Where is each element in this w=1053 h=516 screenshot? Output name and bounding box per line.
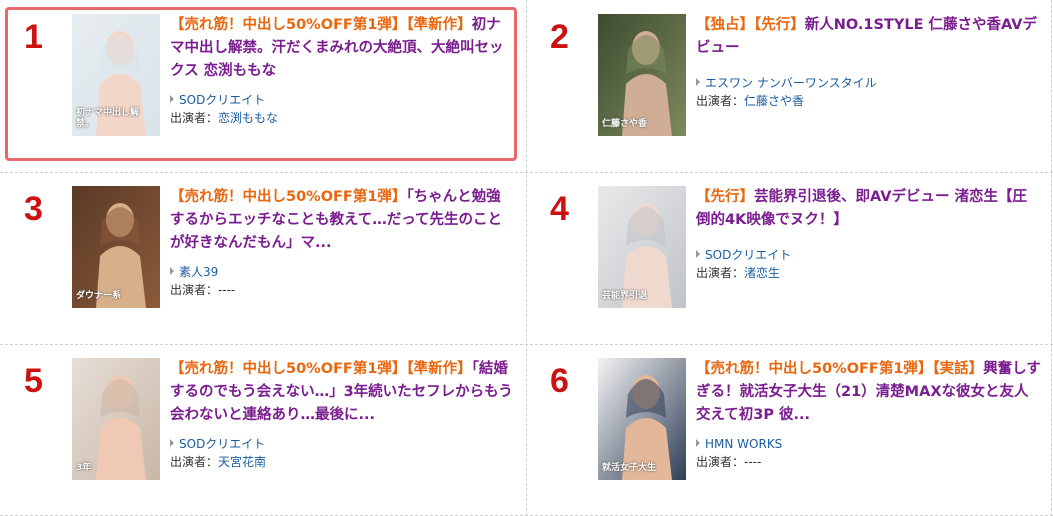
item-meta: エスワン ナンバーワンスタイル出演者：仁藤さや香 [696,74,1041,110]
rank-number: 6 [550,362,569,400]
ranking-item[interactable]: 2 仁藤さや香 【独占】【先行】新人NO.1STYLE 仁藤さや香AVデビュー エスワ… [526,0,1052,172]
ranking-item[interactable]: 5 3年 【売れ筋！中出し50%OFF第1弾】【準新作】「結婚するのでもう会えない…… [0,344,526,516]
item-title-link[interactable]: 【独占】【先行】新人NO.1STYLE 仁藤さや香AVデビュー [696,14,1041,60]
cover-text: 就活女子大生 [602,463,657,473]
performer-label: 出演者： [170,111,219,125]
cover-text: ダウナー系 [76,291,122,301]
item-title-link[interactable]: 【売れ筋！中出し50%OFF第1弾】【実話】興奮しすぎる！就活女子大生（21）清… [696,358,1041,427]
item-title-link[interactable]: 【売れ筋！中出し50%OFF第1弾】「ちゃんと勉強するからエッチなことも教えて…… [170,186,515,255]
performer-row: 出演者：天宮花南 [170,453,515,471]
cover-thumbnail[interactable]: 初ナマ中出し解禁。 [72,14,160,136]
performer-row: 出演者：仁藤さや香 [696,92,1041,110]
rank-number: 5 [24,362,43,400]
maker-row: 素人39 [170,263,515,281]
item-info: 【先行】芸能界引退後、即AVデビュー 渚恋生【圧倒的4K映像でヌク！】 SODクリ… [696,186,1041,282]
cover-text: 初ナマ中出し解禁。 [76,108,140,129]
item-title-link[interactable]: 【売れ筋！中出し50%OFF第1弾】【準新作】「結婚するのでもう会えない…」3年… [170,358,515,427]
rank-number: 1 [24,18,43,56]
rank-number: 2 [550,18,569,56]
maker-link[interactable]: エスワン ナンバーワンスタイル [705,76,877,90]
title-tag: 【独占】 [696,17,754,33]
maker-link[interactable]: 素人39 [179,265,218,279]
rank-number: 3 [24,190,43,228]
performer-link[interactable]: 恋渕ももな [218,111,278,125]
maker-link[interactable]: SODクリエイト [705,248,791,262]
title-tag: 【先行】 [754,17,805,33]
title-tag: 【売れ筋！中出し50%OFF第1弾】 [170,189,407,205]
cover-image [598,186,686,308]
performer-label: 出演者： [170,455,219,469]
triangle-right-icon [696,78,700,86]
item-title-link[interactable]: 【売れ筋！中出し50%OFF第1弾】【準新作】初ナマ中出し解禁。汗だくまみれの大… [170,14,515,83]
item-title-link[interactable]: 【先行】芸能界引退後、即AVデビュー 渚恋生【圧倒的4K映像でヌク！】 [696,186,1041,232]
performer-label: 出演者： [170,283,219,297]
title-tag: 【売れ筋！中出し50%OFF第1弾】 [696,361,933,377]
item-meta: 素人39 出演者：---- [170,263,515,299]
performer-row: 出演者：渚恋生 [696,264,1041,282]
performer-label: 出演者： [696,266,745,280]
maker-row: SODクリエイト [170,91,515,109]
performer-label: 出演者： [696,94,745,108]
cover-text: 仁藤さや香 [602,119,648,129]
title-tag: 【先行】 [696,189,754,205]
performer-label: 出演者： [696,455,745,469]
triangle-right-icon [696,439,700,447]
item-meta: SODクリエイト出演者：天宮花南 [170,435,515,471]
cover-image [72,358,160,480]
title-tag: 【準新作】 [406,361,472,377]
title-tag: 【売れ筋！中出し50%OFF第1弾】 [170,17,407,33]
cover-thumbnail[interactable]: 就活女子大生 [598,358,686,480]
maker-row: SODクリエイト [696,246,1041,264]
performer-value: ---- [744,455,762,469]
cover-text: 芸能界引退 [602,291,648,301]
maker-row: HMN WORKS [696,435,1041,453]
performer-link[interactable]: 渚恋生 [744,266,780,280]
triangle-right-icon [696,250,700,258]
maker-row: SODクリエイト [170,435,515,453]
performer-value: ---- [218,283,236,297]
triangle-right-icon [170,267,174,275]
triangle-right-icon [170,95,174,103]
maker-link[interactable]: SODクリエイト [179,437,265,451]
cover-thumbnail[interactable]: ダウナー系 [72,186,160,308]
cover-image [598,14,686,136]
item-meta: SODクリエイト出演者：恋渕ももな [170,91,515,127]
performer-row: 出演者：---- [696,453,1041,471]
performer-link[interactable]: 天宮花南 [218,455,266,469]
maker-row: エスワン ナンバーワンスタイル [696,74,1041,92]
item-meta: SODクリエイト出演者：渚恋生 [696,246,1041,282]
item-meta: HMN WORKS 出演者：---- [696,435,1041,471]
cover-image [72,186,160,308]
performer-row: 出演者：---- [170,281,515,299]
item-info: 【売れ筋！中出し50%OFF第1弾】「ちゃんと勉強するからエッチなことも教えて…… [170,186,515,299]
ranking-item[interactable]: 1 初ナマ中出し解禁。 【売れ筋！中出し50%OFF第1弾】【準新作】初ナマ中出し解… [0,0,526,172]
ranking-item[interactable]: 3 ダウナー系 【売れ筋！中出し50%OFF第1弾】「ちゃんと勉強するからエッチなこ… [0,172,526,344]
cover-image [598,358,686,480]
ranking-item[interactable]: 6 就活女子大生 【売れ筋！中出し50%OFF第1弾】【実話】興奮しすぎる！就活女子… [526,344,1052,516]
triangle-right-icon [170,439,174,447]
maker-link[interactable]: SODクリエイト [179,93,265,107]
maker-link[interactable]: HMN WORKS [705,437,782,451]
performer-row: 出演者：恋渕ももな [170,109,515,127]
item-info: 【売れ筋！中出し50%OFF第1弾】【実話】興奮しすぎる！就活女子大生（21）清… [696,358,1041,471]
item-info: 【売れ筋！中出し50%OFF第1弾】【準新作】初ナマ中出し解禁。汗だくまみれの大… [170,14,515,127]
item-info: 【売れ筋！中出し50%OFF第1弾】【準新作】「結婚するのでもう会えない…」3年… [170,358,515,471]
ranking-item[interactable]: 4 芸能界引退 【先行】芸能界引退後、即AVデビュー 渚恋生【圧倒的4K映像でヌク！… [526,172,1052,344]
performer-link[interactable]: 仁藤さや香 [744,94,804,108]
cover-thumbnail[interactable]: 芸能界引退 [598,186,686,308]
title-tag: 【実話】 [932,361,984,377]
title-tag: 【売れ筋！中出し50%OFF第1弾】 [170,361,407,377]
title-tag: 【準新作】 [406,17,472,33]
item-info: 【独占】【先行】新人NO.1STYLE 仁藤さや香AVデビューエスワン ナンバー… [696,14,1041,110]
cover-thumbnail[interactable]: 仁藤さや香 [598,14,686,136]
cover-text: 3年 [76,463,92,473]
cover-thumbnail[interactable]: 3年 [72,358,160,480]
rank-number: 4 [550,190,569,228]
